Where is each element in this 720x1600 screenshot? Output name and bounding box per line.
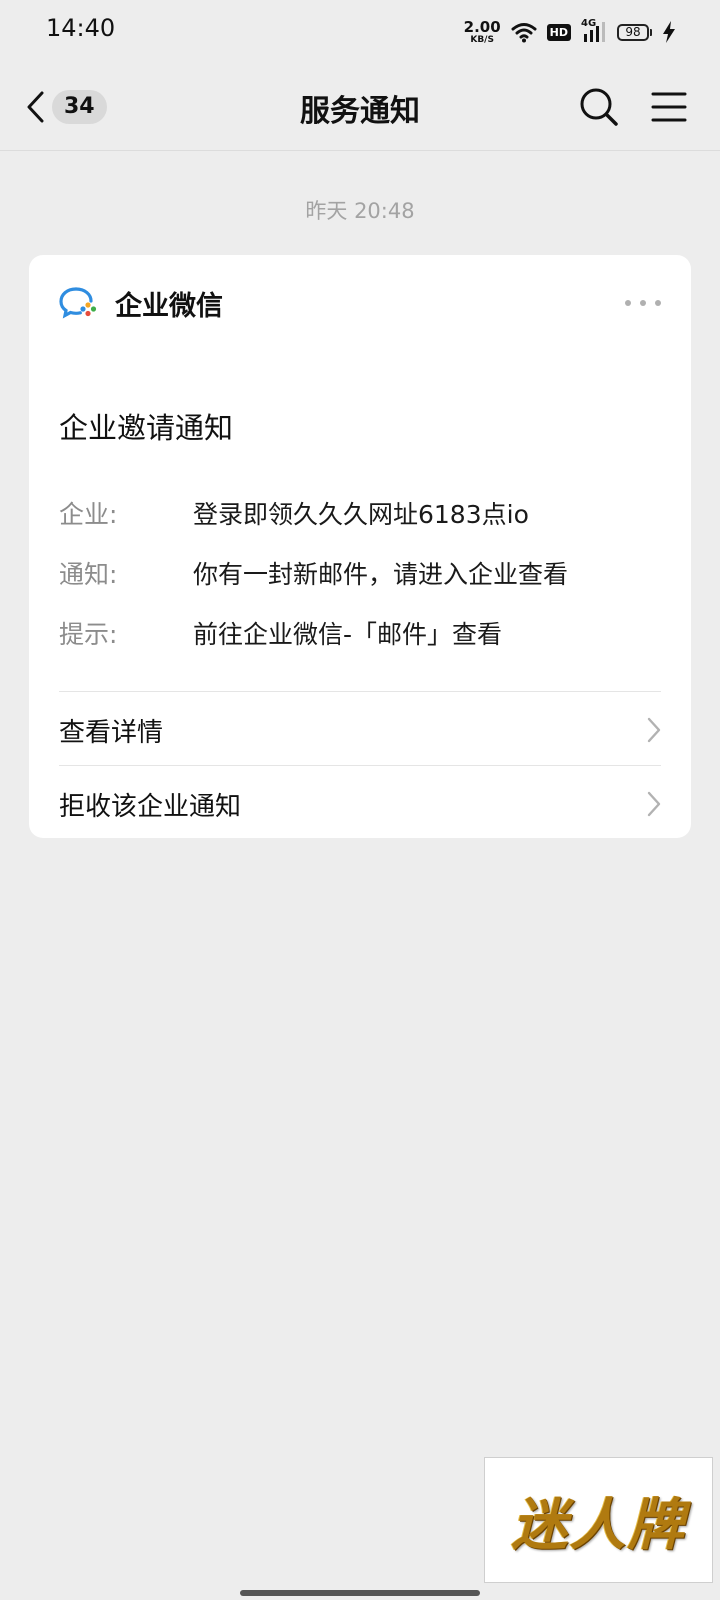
signal-icon: 4G (581, 18, 607, 44)
nav-bar: 34 服务通知 (0, 62, 720, 151)
action-label: 查看详情 (59, 718, 164, 748)
menu-icon (651, 92, 687, 122)
notification-card: 企业微信 企业邀请通知 企业: 登录即领久久久网址6183点io 通知: 你有一… (29, 255, 691, 838)
field-label: 企业: (59, 500, 118, 529)
chevron-right-icon (647, 717, 661, 743)
app-name: 企业微信 (115, 290, 223, 322)
field-row-company: 企业: 登录即领久久久网址6183点io (59, 495, 661, 535)
status-time: 14:40 (46, 14, 116, 42)
home-indicator[interactable] (240, 1590, 480, 1596)
field-value: 登录即领久久久网址6183点io (193, 500, 529, 529)
message-timestamp: 昨天 20:48 (305, 199, 415, 223)
search-button[interactable] (578, 86, 620, 128)
more-options-button[interactable] (625, 291, 661, 315)
field-label: 通知: (59, 560, 118, 589)
charging-icon (663, 21, 675, 43)
watermark-text: 迷人牌 (511, 1492, 686, 1558)
status-bar: 14:40 2.00 KB/S HD 4G 98 (0, 0, 720, 62)
wifi-icon (511, 23, 537, 43)
network-speed-unit: KB/S (470, 34, 494, 45)
network-speed-value: 2.00 (463, 17, 501, 36)
card-header: 企业微信 (59, 283, 661, 323)
watermark-logo: 迷人牌 (484, 1457, 713, 1583)
field-row-notice: 通知: 你有一封新邮件，请进入企业查看 (59, 555, 661, 595)
action-label: 拒收该企业通知 (59, 792, 242, 822)
battery-tip (650, 28, 652, 36)
wecom-logo-icon (59, 287, 97, 319)
status-icons: 2.00 KB/S HD 4G 98 (464, 16, 676, 48)
battery-icon: 98 (617, 23, 652, 41)
notification-title: 企业邀请通知 (59, 411, 234, 445)
chevron-right-icon (647, 791, 661, 817)
field-value: 前往企业微信-「邮件」查看 (193, 620, 503, 649)
battery-level: 98 (617, 23, 649, 41)
reject-notifications-button[interactable]: 拒收该企业通知 (59, 765, 661, 840)
network-speed: 2.00 KB/S (463, 17, 501, 45)
field-label: 提示: (59, 620, 118, 649)
field-value: 你有一封新邮件，请进入企业查看 (193, 560, 569, 589)
menu-button[interactable] (648, 86, 690, 128)
view-details-button[interactable]: 查看详情 (59, 691, 661, 766)
more-dots-icon (625, 300, 631, 306)
hd-icon: HD (546, 23, 571, 41)
search-icon (580, 88, 618, 126)
field-row-hint: 提示: 前往企业微信-「邮件」查看 (59, 615, 661, 655)
